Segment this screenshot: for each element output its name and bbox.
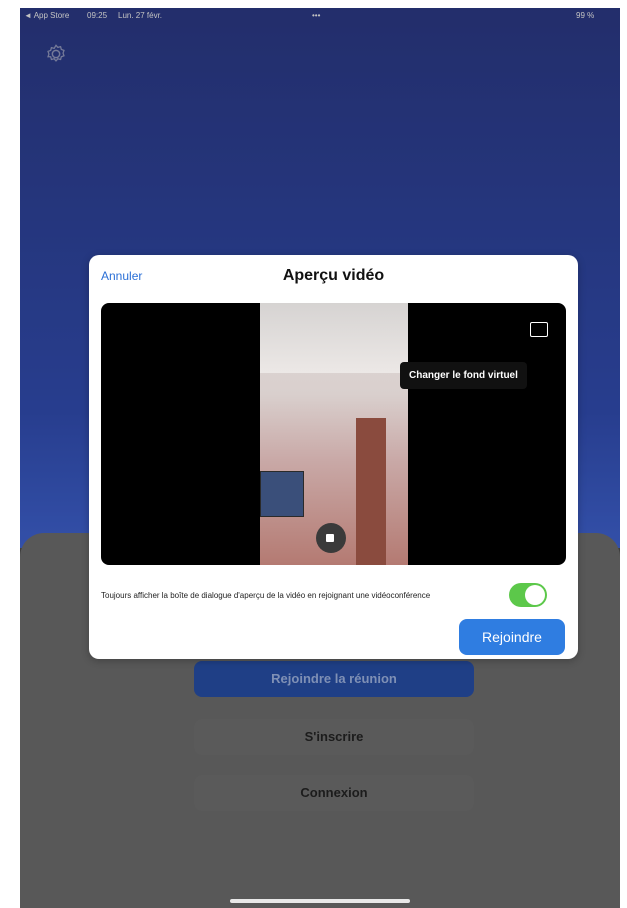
sign-in-button[interactable]: Connexion xyxy=(194,775,474,811)
cancel-button[interactable]: Annuler xyxy=(101,269,142,283)
image-icon[interactable] xyxy=(530,322,548,337)
video-camera-icon[interactable] xyxy=(316,523,346,553)
preview-toggle[interactable] xyxy=(509,583,547,607)
preference-label: Toujours afficher la boîte de dialogue d… xyxy=(101,591,431,600)
virtual-background-tooltip: Changer le fond virtuel xyxy=(400,362,527,389)
sign-up-button[interactable]: S'inscrire xyxy=(194,719,474,755)
video-preview xyxy=(101,303,566,565)
video-preview-dialog: Aperçu vidéo Annuler Toujours afficher l… xyxy=(89,255,578,659)
join-button[interactable]: Rejoindre xyxy=(459,619,565,655)
app-screen: ◄ App Store 09:25 Lun. 27 févr. ••• 99 %… xyxy=(20,8,620,908)
home-indicator xyxy=(230,899,410,903)
join-meeting-button[interactable]: Rejoindre la réunion xyxy=(194,661,474,697)
dialog-title: Aperçu vidéo xyxy=(282,267,385,284)
